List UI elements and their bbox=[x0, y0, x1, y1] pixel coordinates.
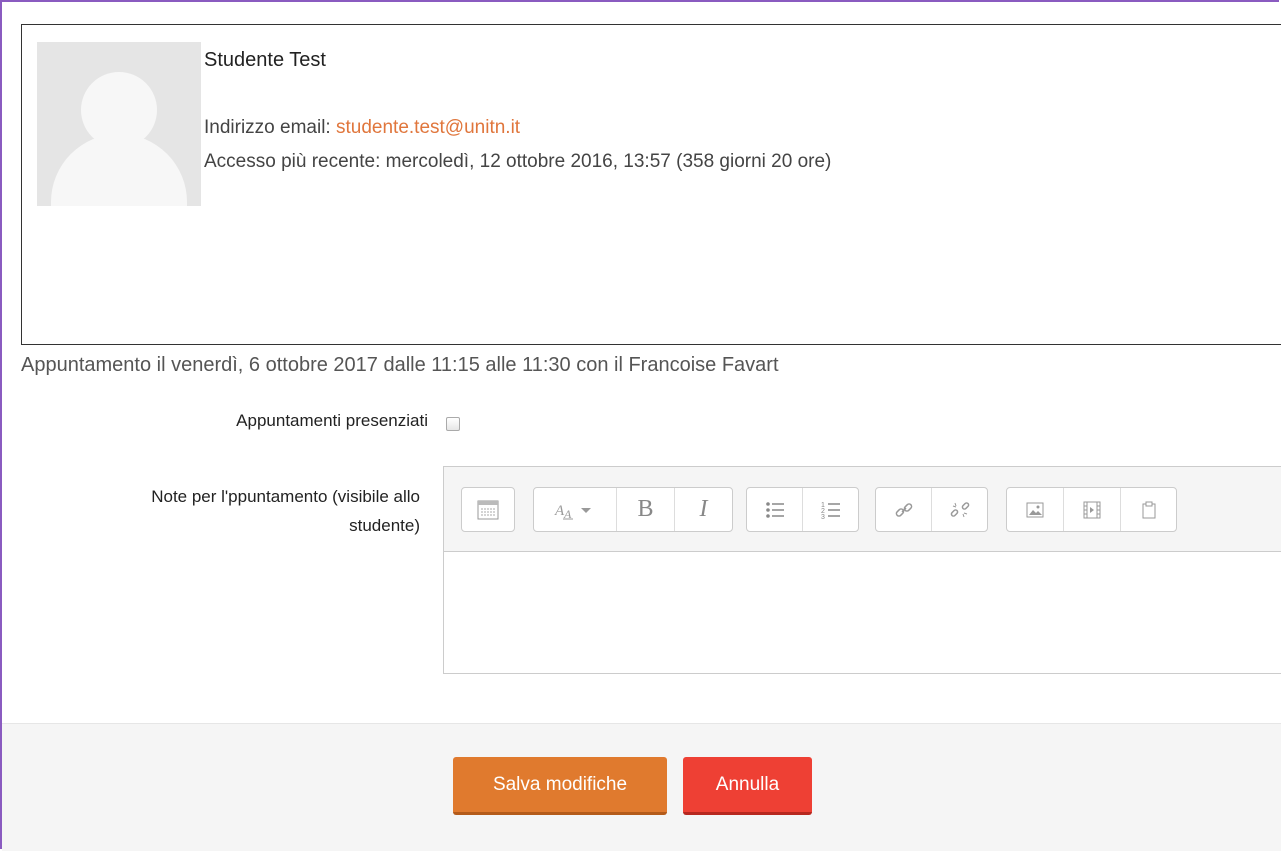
email-label: Indirizzo email: bbox=[204, 117, 336, 138]
link-icon[interactable] bbox=[876, 488, 932, 531]
font-style-icon[interactable]: AA bbox=[534, 488, 617, 531]
student-profile-card: Studente Test Indirizzo email: studente.… bbox=[21, 24, 1281, 345]
appointment-summary: Appuntamento il venerdì, 6 ottobre 2017 … bbox=[21, 354, 779, 376]
toolbar-toggle-icon[interactable] bbox=[462, 488, 514, 531]
toolbar-group-4 bbox=[875, 487, 988, 532]
notes-content-area[interactable] bbox=[444, 552, 1281, 672]
notes-label: Note per l'ppuntamento (visibile allo st… bbox=[30, 482, 420, 540]
avatar-body-shape bbox=[51, 134, 187, 206]
notes-label-line1: Note per l'ppuntamento (visibile allo bbox=[151, 487, 420, 506]
toolbar-group-1 bbox=[461, 487, 515, 532]
toolbar-group-2: AA B I bbox=[533, 487, 733, 532]
unlink-icon[interactable] bbox=[932, 488, 987, 531]
attended-checkbox[interactable] bbox=[446, 417, 460, 431]
toolbar-group-3: 123 bbox=[746, 487, 859, 532]
editor-toolbar: AA B I 123 bbox=[444, 467, 1281, 552]
media-icon[interactable] bbox=[1064, 488, 1121, 531]
email-row: Indirizzo email: studente.test@unitn.it bbox=[204, 117, 520, 139]
last-access: Accesso più recente: mercoledì, 12 ottob… bbox=[204, 151, 832, 172]
bold-icon[interactable]: B bbox=[617, 488, 675, 531]
svg-text:3: 3 bbox=[821, 514, 825, 520]
italic-icon[interactable]: I bbox=[675, 488, 732, 531]
avatar bbox=[37, 42, 201, 206]
notes-label-line2: studente) bbox=[349, 516, 420, 535]
bullet-list-icon[interactable] bbox=[747, 488, 803, 531]
save-button[interactable]: Salva modifiche bbox=[453, 757, 667, 815]
numbered-list-icon[interactable]: 123 bbox=[803, 488, 858, 531]
email-link[interactable]: studente.test@unitn.it bbox=[336, 117, 520, 138]
cancel-button[interactable]: Annulla bbox=[683, 757, 812, 815]
image-icon[interactable] bbox=[1007, 488, 1064, 531]
manage-files-icon[interactable] bbox=[1121, 488, 1176, 531]
student-name[interactable]: Studente Test bbox=[204, 49, 326, 72]
attended-label: Appuntamenti presenziati bbox=[236, 411, 428, 430]
toolbar-group-5 bbox=[1006, 487, 1177, 532]
notes-editor: AA B I 123 bbox=[443, 466, 1281, 674]
